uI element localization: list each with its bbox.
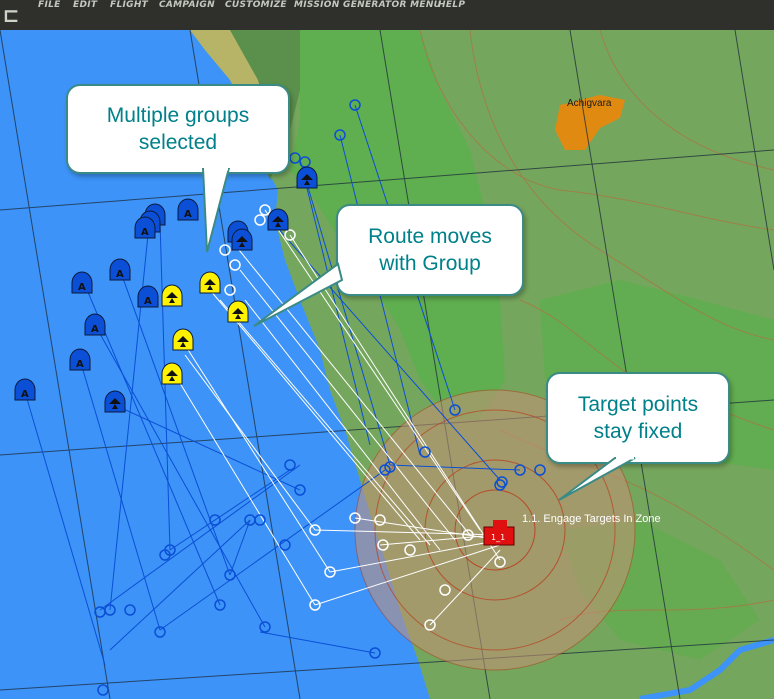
aircraft-group-icon[interactable]	[227, 300, 249, 323]
aircraft-group-icon[interactable]	[296, 166, 318, 189]
aircraft-group-icon[interactable]	[104, 390, 126, 413]
target-marker-label: 1_1	[491, 533, 505, 542]
menu-bar: ⊏ FILE EDIT FLIGHT CAMPAIGN CUSTOMIZE MI…	[0, 0, 774, 30]
callout-target-text: Target points stay fixed	[577, 393, 699, 443]
svg-text:A: A	[184, 209, 192, 220]
aircraft-group-icon[interactable]	[161, 284, 183, 307]
ground-unit-icon[interactable]: A	[84, 313, 106, 336]
callout-target-tail	[558, 456, 636, 501]
ground-unit-icon[interactable]: A	[134, 216, 156, 239]
ground-unit-icon[interactable]: A	[71, 271, 93, 294]
callout-groups-text: Multiple groups selected	[106, 104, 250, 154]
menu-help[interactable]: HELP	[438, 0, 465, 30]
ground-unit-icon[interactable]: A	[109, 258, 131, 281]
callout-groups-selected: Multiple groups selected	[66, 84, 290, 174]
aircraft-group-icon[interactable]	[267, 208, 289, 231]
town-label: Achigvara	[567, 98, 612, 109]
ground-unit-icon[interactable]: A	[69, 348, 91, 371]
svg-text:A: A	[91, 324, 99, 335]
menu-flight[interactable]: FLIGHT	[110, 0, 148, 30]
callout-route-text: Route moves with Group	[368, 225, 492, 275]
callout-target-fixed: Target points stay fixed	[546, 372, 730, 464]
menu-campaign[interactable]: CAMPAIGN	[159, 0, 215, 30]
svg-text:A: A	[141, 227, 149, 238]
callout-route-tail	[253, 262, 344, 327]
waypoint-label: 1.1. Engage Targets In Zone	[522, 513, 661, 525]
aircraft-group-icon[interactable]	[199, 271, 221, 294]
aircraft-group-icon[interactable]	[231, 228, 253, 251]
menu-mission-generator[interactable]: MISSION GENERATOR MENU	[294, 0, 441, 30]
svg-text:A: A	[76, 359, 84, 370]
menu-file[interactable]: FILE	[38, 0, 61, 30]
app-logo-icon: ⊏	[2, 3, 20, 27]
svg-text:A: A	[21, 389, 29, 400]
menu-edit[interactable]: EDIT	[73, 0, 97, 30]
menu-customize[interactable]: CUSTOMIZE	[225, 0, 287, 30]
ground-unit-icon[interactable]: A	[137, 285, 159, 308]
svg-text:A: A	[116, 269, 124, 280]
ground-unit-icon[interactable]: A	[14, 378, 36, 401]
aircraft-group-icon[interactable]	[172, 328, 194, 351]
callout-groups-tail	[201, 168, 231, 253]
svg-text:A: A	[144, 296, 152, 307]
aircraft-group-icon[interactable]	[161, 362, 183, 385]
callout-route-moves: Route moves with Group	[336, 204, 524, 296]
svg-text:A: A	[78, 282, 86, 293]
